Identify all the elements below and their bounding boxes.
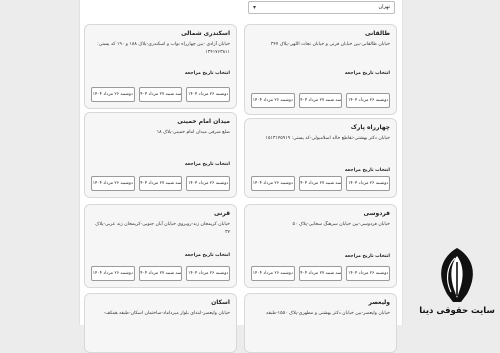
branch-card-gharani: قرنی خیابان کریمخان زند-روبروی خیابان آب… xyxy=(84,204,237,288)
branch-name: اسکان xyxy=(211,299,230,306)
dina-legal-logo: سایت حقوقی دینا xyxy=(416,246,498,324)
pick-date-label: انتخاب تاریخ مراجعه xyxy=(344,168,390,173)
pick-date-label: انتخاب تاریخ مراجعه xyxy=(184,162,230,167)
date-button[interactable]: سه شنبه ۲۷ مرداد ۱۴۰۴ xyxy=(298,266,343,281)
date-button[interactable]: سه شنبه ۲۷ مرداد ۱۴۰۴ xyxy=(298,93,343,108)
branch-card-taleghani: طالقانی خیابان طالقانی-بین خیابان قرنی و… xyxy=(244,24,397,115)
branch-name: ولیعصر xyxy=(368,299,390,306)
date-button[interactable]: دوشنبه ۲۶ مرداد ۱۴۰۴ xyxy=(186,87,230,102)
branch-card-valiasr: ولیعصر خیابان ولیعصر-بین خیابان دکتر بهش… xyxy=(244,293,397,353)
branch-address: خیابان دکتر بهشتی-تقاطع خالد اسلامبولی-ک… xyxy=(265,136,390,141)
pick-date-label: انتخاب تاریخ مراجعه xyxy=(184,253,230,258)
branch-name: میدان امام خمینی xyxy=(177,118,230,125)
date-button[interactable]: سه شنبه ۲۷ مرداد ۱۴۰۴ xyxy=(138,266,183,281)
pick-date-label: انتخاب تاریخ مراجعه xyxy=(344,254,390,259)
branch-address: خیابان ولیعصر-ابتدای بلوار میرداماد-ساخت… xyxy=(103,311,230,316)
date-button[interactable]: دوشنبه ۲۶ مرداد ۱۴۰۴ xyxy=(346,93,390,108)
date-button[interactable]: سه شنبه ۲۷ مرداد ۱۴۰۴ xyxy=(298,176,343,191)
date-button[interactable]: دوشنبه ۲۶ مرداد ۱۴۰۴ xyxy=(346,266,390,281)
branch-card-eskandari: اسکندری شمالی خیابان آزادی -بین چهارراه … xyxy=(84,24,237,109)
branch-name: قرنی xyxy=(214,210,230,217)
branch-address: ضلع شرقی میدان امام خمینی-پلاک ۱۸ xyxy=(156,130,230,135)
branch-card-ferdowsi: فردوسی خیابان فردوسی-بین خیابان سرهنگ سخ… xyxy=(244,204,397,288)
pick-date-label: انتخاب تاریخ مراجعه xyxy=(344,71,390,76)
branch-card-chaharrah-park: چهارراه پارک خیابان دکتر بهشتی-تقاطع خال… xyxy=(244,118,397,198)
logo-text: سایت حقوقی دینا xyxy=(419,306,495,316)
chevron-down-icon: ▾ xyxy=(253,4,257,11)
city-select-value: تهران xyxy=(378,4,390,10)
branch-address: خیابان فردوسی-بین خیابان سرهنگ سخایی-پلا… xyxy=(292,222,391,227)
branch-name: فردوسی xyxy=(363,210,390,217)
city-select[interactable]: تهران ▾ xyxy=(248,1,395,14)
pick-date-label: انتخاب تاریخ مراجعه xyxy=(184,71,230,76)
branch-card-imam-khomeini: میدان امام خمینی ضلع شرقی میدان امام خمی… xyxy=(84,112,237,198)
date-button[interactable]: دوشنبه ۲۶ مرداد ۱۴۰۴ xyxy=(90,266,135,281)
branch-list-panel: تهران ▾ طالقانی خیابان طالقانی-بین خیابا… xyxy=(79,0,403,353)
date-button[interactable]: دوشنبه ۲۶ مرداد ۱۴۰۴ xyxy=(250,266,295,281)
branch-address: خیابان ولیعصر-بین خیابان دکتر بهشتی و مط… xyxy=(266,311,390,316)
branch-name: طالقانی xyxy=(364,30,390,37)
date-button[interactable]: دوشنبه ۲۶ مرداد ۱۴۰۴ xyxy=(346,176,390,191)
branch-name: اسکندری شمالی xyxy=(181,30,230,37)
date-button[interactable]: دوشنبه ۲۶ مرداد ۱۴۰۴ xyxy=(250,176,295,191)
date-button[interactable]: دوشنبه ۲۶ مرداد ۱۴۰۴ xyxy=(90,176,135,191)
quill-logo-icon xyxy=(441,248,473,302)
branch-address: خیابان طالقانی-بین خیابان قرنی و خیابان … xyxy=(270,42,390,47)
date-button[interactable]: دوشنبه ۲۶ مرداد ۱۴۰۴ xyxy=(186,176,230,191)
branch-card-eskan: اسکان خیابان ولیعصر-ابتدای بلوار میرداما… xyxy=(84,293,237,353)
branch-address: خیابان آزادی -بین چهارراه نواب و اسکندری… xyxy=(97,42,230,55)
branch-name: چهارراه پارک xyxy=(350,124,390,131)
date-button[interactable]: دوشنبه ۲۶ مرداد ۱۴۰۴ xyxy=(250,93,295,108)
branch-address: خیابان کریمخان زند-روبروی خیابان آبان جن… xyxy=(95,222,230,235)
date-button[interactable]: دوشنبه ۲۶ مرداد ۱۴۰۴ xyxy=(186,266,230,281)
date-button[interactable]: سه شنبه ۲۷ مرداد ۱۴۰۴ xyxy=(138,176,183,191)
date-button[interactable]: سه شنبه ۲۷ مرداد ۱۴۰۴ xyxy=(138,87,183,102)
date-button[interactable]: دوشنبه ۲۶ مرداد ۱۴۰۴ xyxy=(90,87,135,102)
